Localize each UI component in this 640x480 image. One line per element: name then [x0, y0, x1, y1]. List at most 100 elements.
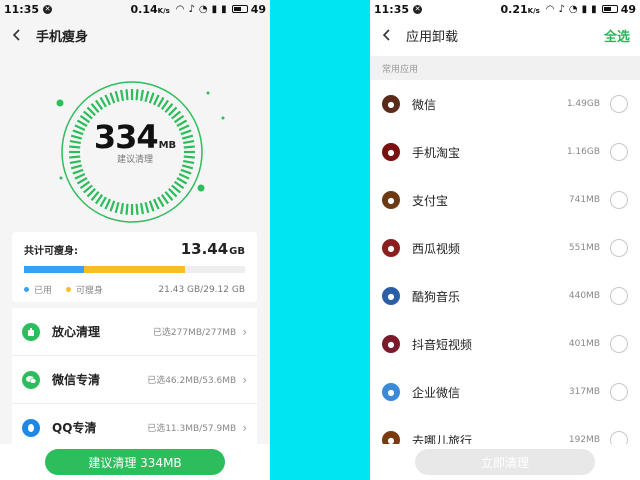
app-size: 1.49GB	[566, 99, 600, 109]
app-size: 401MB	[568, 339, 600, 349]
network-speed-unit: K/s	[527, 6, 540, 15]
nav-bar: 应用卸载 全选	[370, 22, 640, 48]
network-speed: 0.21	[500, 2, 528, 16]
status-time: 11:35	[4, 2, 40, 16]
suggested-caption: 建议清理	[116, 155, 153, 165]
battery-level: 49	[620, 2, 636, 16]
legend-used: 已用	[34, 286, 53, 296]
storage-legend: 已用 可瘦身 21.43 GB/29.12 GB	[24, 283, 245, 296]
back-arrow-icon[interactable]	[10, 28, 24, 42]
nav-bar: 手机瘦身	[0, 22, 270, 48]
headphone-icon: ◠	[175, 3, 185, 15]
phone-slimming-screen: 11:35 ✕ 0.14K/s ◠ ♪ ◔ ▮ ▮ 49 手机瘦身 334MB …	[0, 0, 270, 480]
bottom-bar: 立即清理	[370, 444, 640, 480]
list-item-label: QQ专清	[52, 421, 97, 435]
notification-icon: ✕	[43, 4, 53, 14]
status-bar: 11:35 ✕ 0.14K/s ◠ ♪ ◔ ▮ ▮ 49	[0, 0, 270, 18]
suggested-size-value: 334	[93, 118, 159, 156]
summary-card: 共计可瘦身: 13.44GB 已用 可瘦身 21.43 GB/29.12 GB	[12, 232, 257, 302]
app-size: 440MB	[568, 291, 600, 301]
decor-dot	[206, 91, 210, 95]
suggest-clean-button[interactable]: 建议清理 334MB	[45, 449, 225, 475]
app-row[interactable]: ● 手机淘宝 1.16GB	[370, 128, 640, 176]
chevron-right-icon: ›	[242, 324, 247, 339]
select-radio[interactable]	[610, 143, 628, 161]
signal-icon: ▮	[581, 3, 588, 15]
headphone-icon: ◠	[545, 3, 555, 15]
taobao-app-icon: ●	[382, 143, 400, 161]
app-size: 1.16GB	[566, 147, 600, 157]
app-name: 企业微信	[412, 385, 461, 400]
decor-dot	[197, 184, 205, 192]
decor-dot	[56, 99, 64, 107]
list-item-wechat-clean[interactable]: 微信专清 已选46.2MB/53.6MB ›	[12, 356, 257, 404]
select-radio[interactable]	[610, 239, 628, 257]
suggested-size: 334MB	[0, 118, 270, 156]
select-all-button[interactable]: 全选	[604, 26, 630, 45]
list-item-label: 放心清理	[52, 325, 101, 339]
app-row[interactable]: ● 微信 1.49GB	[370, 80, 640, 128]
app-name: 西瓜视频	[412, 241, 461, 256]
app-name: 抖音短视频	[412, 337, 473, 352]
summary-label: 共计可瘦身:	[24, 246, 78, 257]
status-bar: 11:35 ✕ 0.21K/s ◠ ♪ ◔ ▮ ▮ 49	[370, 0, 640, 18]
wechat-app-icon: ●	[382, 95, 400, 113]
storage-bar	[24, 266, 245, 273]
app-row[interactable]: ● 支付宝 741MB	[370, 176, 640, 224]
network-speed: 0.14	[130, 2, 158, 16]
suggested-size-unit: MB	[158, 140, 177, 151]
slim-dot-icon	[66, 287, 72, 292]
page-title: 手机瘦身	[36, 29, 89, 45]
bottom-bar: 建议清理 334MB	[0, 444, 270, 480]
select-radio[interactable]	[610, 191, 628, 209]
clean-now-button[interactable]: 立即清理	[415, 449, 595, 475]
decor-dot	[59, 176, 63, 180]
battery-icon	[601, 5, 618, 13]
app-row[interactable]: ● 西瓜视频 551MB	[370, 224, 640, 272]
wifi-icon: ◔	[198, 3, 208, 15]
alipay-app-icon: ●	[382, 191, 400, 209]
network-speed-unit: K/s	[157, 6, 170, 15]
xigua-app-icon: ●	[382, 239, 400, 257]
section-header: 常用应用	[370, 56, 640, 80]
summary-unit: GB	[229, 246, 245, 257]
wifi-icon: ◔	[568, 3, 578, 15]
storage-usage: 21.43 GB/29.12 GB	[158, 284, 245, 295]
kugou-app-icon: ●	[382, 287, 400, 305]
battery-icon	[231, 5, 248, 13]
app-size: 551MB	[568, 243, 600, 253]
app-row[interactable]: ● 抖音短视频 401MB	[370, 320, 640, 368]
app-name: 手机淘宝	[412, 145, 461, 160]
signal-icon-2: ▮	[591, 3, 597, 15]
douyin-app-icon: ●	[382, 335, 400, 353]
app-name: 微信	[412, 97, 437, 112]
list-item-detail: 已选46.2MB/53.6MB	[147, 376, 237, 386]
app-name: 酷狗音乐	[412, 289, 461, 304]
select-radio[interactable]	[610, 287, 628, 305]
battery-level: 49	[250, 2, 266, 16]
notification-icon: ✕	[413, 4, 423, 14]
list-item-safe-clean[interactable]: 放心清理 已选277MB/277MB ›	[12, 308, 257, 356]
app-row[interactable]: ● 企业微信 317MB	[370, 368, 640, 416]
summary-value: 13.44	[180, 240, 229, 258]
broom-icon	[22, 322, 40, 341]
app-size: 317MB	[568, 387, 600, 397]
app-name: 支付宝	[412, 193, 449, 208]
used-dot-icon	[24, 287, 29, 292]
select-radio[interactable]	[610, 95, 628, 113]
select-radio[interactable]	[610, 383, 628, 401]
qq-icon	[22, 418, 40, 437]
select-radio[interactable]	[610, 335, 628, 353]
list-item-label: 微信专清	[52, 373, 101, 387]
clean-category-list: 放心清理 已选277MB/277MB › 微信专清 已选46.2MB/53.6M…	[12, 308, 257, 452]
chevron-right-icon: ›	[242, 372, 247, 387]
signal-icon: ▮	[211, 3, 218, 15]
app-row[interactable]: ● 酷狗音乐 440MB	[370, 272, 640, 320]
app-uninstall-screen: 11:35 ✕ 0.21K/s ◠ ♪ ◔ ▮ ▮ 49 应用卸载 全选 常用应…	[370, 0, 640, 480]
back-arrow-icon[interactable]	[380, 28, 394, 42]
legend-slim: 可瘦身	[76, 286, 104, 296]
list-item-detail: 已选277MB/277MB	[152, 328, 237, 338]
chevron-right-icon: ›	[242, 420, 247, 435]
mute-icon: ♪	[188, 3, 195, 15]
list-item-detail: 已选11.3MB/57.9MB	[147, 424, 237, 434]
